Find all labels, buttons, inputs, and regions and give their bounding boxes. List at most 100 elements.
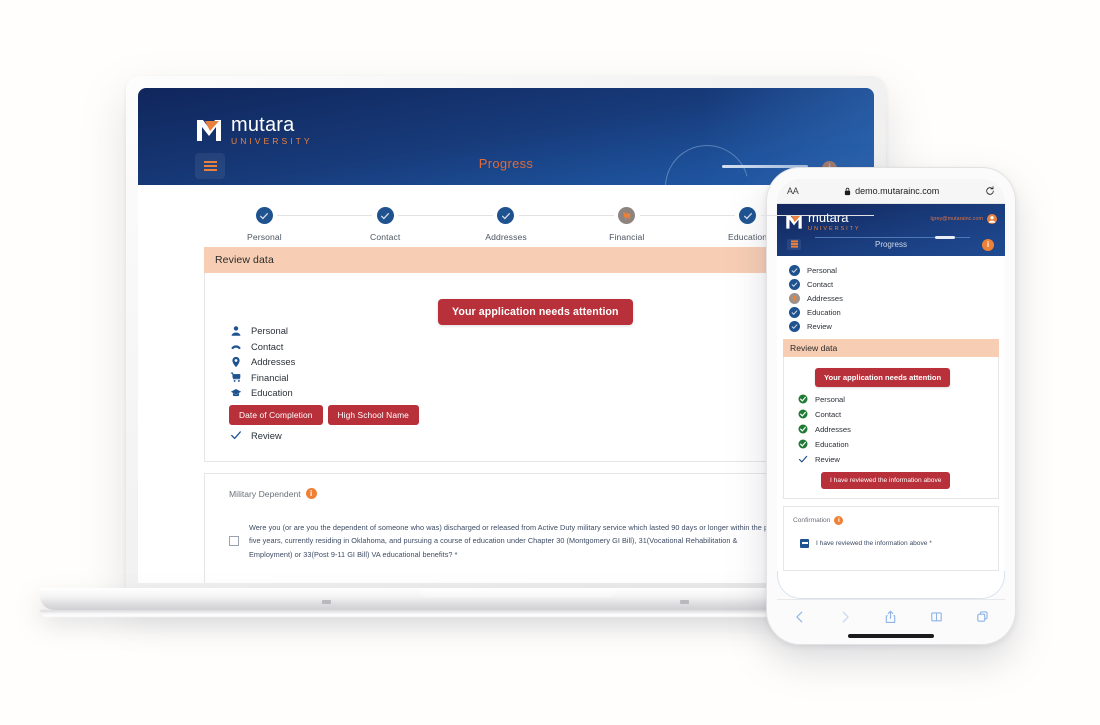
progress-row: Progress i <box>138 129 874 185</box>
review-card: Your application needs attention Persona… <box>204 273 808 462</box>
phone-checklist: Personal Contact Addresses Education Rev… <box>793 392 989 467</box>
phone-confirmation-row[interactable]: I have reviewed the information above * <box>800 538 989 548</box>
checklist-item-financial[interactable]: Financial <box>229 370 783 386</box>
step-dot <box>789 279 800 290</box>
step-label: Personal <box>807 266 837 275</box>
cart-icon <box>229 371 242 383</box>
checklist-item-review[interactable]: Review <box>229 428 783 444</box>
home-indicator <box>848 634 934 638</box>
phone-checklist-item-review[interactable]: Review <box>793 452 989 467</box>
phone-checklist-item-personal[interactable]: Personal <box>793 392 989 407</box>
check-circle-icon <box>797 439 808 449</box>
step-dot <box>789 321 800 332</box>
step-label: Review <box>807 322 832 331</box>
share-icon[interactable] <box>884 610 897 624</box>
tag-date-of-completion[interactable]: Date of Completion <box>229 404 323 425</box>
checklist-item-contact[interactable]: Contact <box>229 339 783 355</box>
checklist-item-addresses[interactable]: Addresses <box>229 354 783 370</box>
step-label: Contact <box>807 280 834 289</box>
phone-step-personal[interactable]: Personal <box>783 264 999 278</box>
laptop-screen: mutara UNIVERSITY Progress Personal Cont… <box>138 88 874 583</box>
progress-bar <box>935 235 955 239</box>
check-circle-icon <box>797 394 808 404</box>
field-label-text: Military Dependent <box>229 488 301 499</box>
step-dot <box>739 207 757 224</box>
field-label-text: Confirmation <box>793 516 831 524</box>
reload-icon[interactable] <box>985 186 995 196</box>
phone-step-contact[interactable]: Contact <box>783 278 999 292</box>
review-data-banner: Review data <box>204 247 808 273</box>
safari-url-bar[interactable]: AA demo.mutarainc.com <box>777 179 1005 204</box>
checkmark-icon <box>229 429 242 441</box>
phone-user-account[interactable]: lgrey@mutarainc.com <box>930 214 997 224</box>
check-icon <box>381 212 390 219</box>
location-pin-icon <box>229 356 242 368</box>
phone-confirmation-card: Confirmation i I have reviewed the infor… <box>783 505 999 571</box>
progress-label: Progress <box>478 156 534 171</box>
phone-checklist-item-education[interactable]: Education <box>793 437 989 452</box>
confirmation-checkbox-label: I have reviewed the information above * <box>816 539 932 547</box>
phone-review-card: Your application needs attention Persona… <box>783 356 999 499</box>
tag-high-school-name[interactable]: High School Name <box>327 404 419 425</box>
step-contact[interactable]: Contact <box>325 207 493 242</box>
military-question-row[interactable]: Were you (or are you the dependent of so… <box>229 521 783 561</box>
tabs-icon[interactable] <box>976 610 989 624</box>
laptop-foot-right <box>680 600 689 604</box>
checklist-label: Review <box>251 429 282 441</box>
step-dot <box>618 207 636 224</box>
progress-label: Progress <box>874 239 907 249</box>
error-tags: Date of Completion High School Name <box>229 404 783 425</box>
step-addresses[interactable]: Addresses <box>446 207 614 242</box>
step-label: Education <box>807 308 841 317</box>
step-dot <box>789 307 800 318</box>
military-question-text: Were you (or are you the dependent of so… <box>249 523 778 559</box>
phone-checklist-item-addresses[interactable]: Addresses <box>793 422 989 437</box>
mutara-m-logo-icon <box>197 120 221 142</box>
checklist-label: Personal <box>251 325 289 337</box>
military-checkbox[interactable] <box>229 536 239 547</box>
step-label: Personal <box>247 232 282 242</box>
info-badge[interactable]: i <box>982 238 994 251</box>
phone-step-review[interactable]: Review <box>783 320 999 334</box>
checklist-label: Education <box>251 387 293 399</box>
cart-icon <box>622 211 630 220</box>
phone-screen: AA demo.mutarainc.com mutara UNIVERSITY … <box>777 179 1005 599</box>
military-dependent-label: Military Dependent i <box>229 488 783 499</box>
military-dependent-card: Military Dependent i Were you (or are yo… <box>204 473 808 583</box>
step-label: Financial <box>609 232 645 242</box>
url-value: demo.mutarainc.com <box>855 186 940 196</box>
form-body: Review data Your application needs atten… <box>138 247 874 583</box>
phone-confirmation-label: Confirmation i <box>793 515 989 525</box>
text-size-button[interactable]: AA <box>787 186 799 196</box>
checklist-item-education[interactable]: Education <box>229 385 783 401</box>
phone-progress-row: Progress i <box>785 235 997 256</box>
step-connector <box>277 215 373 216</box>
mockup-stage: mutara UNIVERSITY Progress Personal Cont… <box>0 0 1100 725</box>
step-personal[interactable]: Personal <box>204 207 373 242</box>
step-financial[interactable]: Financial <box>566 207 735 242</box>
phone-app-header: mutara UNIVERSITY lgrey@mutarainc.com Pr… <box>777 204 1005 256</box>
phone-checklist-item-contact[interactable]: Contact <box>793 407 989 422</box>
brand-subtitle: UNIVERSITY <box>231 136 313 146</box>
app-header: mutara UNIVERSITY Progress <box>138 88 874 185</box>
checklist-label: Review <box>815 454 840 464</box>
checklist-label: Financial <box>251 371 289 383</box>
checklist-item-personal[interactable]: Personal <box>229 323 783 339</box>
info-badge[interactable]: i <box>834 515 844 525</box>
user-email: lgrey@mutarainc.com <box>930 216 983 222</box>
step-connector <box>760 215 874 216</box>
chevron-right-icon[interactable] <box>839 610 852 624</box>
phone-reviewed-button[interactable]: I have reviewed the information above <box>821 471 951 489</box>
phone-step-addresses[interactable]: Addresses <box>783 292 999 306</box>
alert-badge: Your application needs attention <box>438 299 633 325</box>
book-icon[interactable] <box>930 610 943 624</box>
phone-step-education[interactable]: Education <box>783 306 999 320</box>
phone-form-body: Personal Contact Addresses Education Rev… <box>777 255 1005 571</box>
info-badge[interactable]: i <box>305 488 317 499</box>
phone-alert-badge: Your application needs attention <box>815 367 951 387</box>
location-pin-icon <box>792 295 797 302</box>
url-text[interactable]: demo.mutarainc.com <box>804 186 979 196</box>
chevron-left-icon[interactable] <box>793 610 806 624</box>
brand-logo[interactable]: mutara UNIVERSITY <box>195 115 313 146</box>
confirmation-checkbox[interactable] <box>800 538 809 548</box>
